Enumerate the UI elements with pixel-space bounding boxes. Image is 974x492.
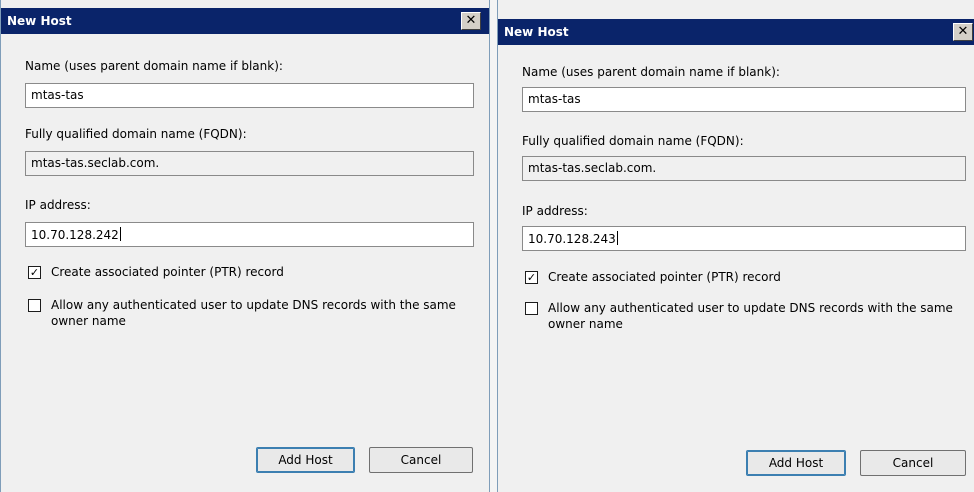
ip-label: IP address: <box>522 204 588 218</box>
name-input[interactable]: mtas-tas <box>522 87 966 112</box>
ptr-checkbox-label[interactable]: Create associated pointer (PTR) record <box>548 269 781 285</box>
close-button[interactable]: ✕ <box>953 23 973 41</box>
name-value: mtas-tas <box>528 92 581 106</box>
dialog-title: New Host <box>7 14 72 28</box>
name-value: mtas-tas <box>31 88 84 102</box>
allow-update-checkbox[interactable] <box>525 302 538 315</box>
name-input[interactable]: mtas-tas <box>25 83 474 108</box>
cancel-button[interactable]: Cancel <box>860 450 966 476</box>
text-caret <box>616 231 618 245</box>
ip-address-input[interactable]: 10.70.128.243 <box>522 226 966 251</box>
allow-update-checkbox-label[interactable]: Allow any authenticated user to update D… <box>51 297 471 329</box>
fqdn-value: mtas-tas.seclab.com. <box>528 161 657 175</box>
checkmark-icon: ✓ <box>29 266 40 279</box>
ip-address-input[interactable]: 10.70.128.242 <box>25 222 474 247</box>
ptr-checkbox[interactable]: ✓ <box>525 271 538 284</box>
text-caret <box>119 227 121 241</box>
add-host-button[interactable]: Add Host <box>746 450 846 476</box>
new-host-dialog-2: New Host ✕ Name (uses parent domain name… <box>497 0 974 492</box>
name-label: Name (uses parent domain name if blank): <box>522 65 780 79</box>
fqdn-field: mtas-tas.seclab.com. <box>25 151 474 176</box>
new-host-dialog-1: New Host ✕ Name (uses parent domain name… <box>0 0 490 492</box>
name-label: Name (uses parent domain name if blank): <box>25 59 283 73</box>
ip-value: 10.70.128.242 <box>31 228 119 242</box>
checkmark-icon: ✓ <box>526 271 537 284</box>
allow-update-checkbox[interactable] <box>28 299 41 312</box>
close-icon: ✕ <box>957 24 969 39</box>
close-icon: ✕ <box>465 13 477 28</box>
add-host-button[interactable]: Add Host <box>256 447 355 473</box>
fqdn-field: mtas-tas.seclab.com. <box>522 156 966 181</box>
ip-value: 10.70.128.243 <box>528 232 616 246</box>
title-bar[interactable]: New Host ✕ <box>1 8 489 34</box>
ptr-checkbox-label[interactable]: Create associated pointer (PTR) record <box>51 264 284 280</box>
fqdn-label: Fully qualified domain name (FQDN): <box>522 134 744 148</box>
cancel-button[interactable]: Cancel <box>369 447 473 473</box>
title-bar[interactable]: New Host ✕ <box>498 19 974 45</box>
ip-label: IP address: <box>25 198 91 212</box>
fqdn-value: mtas-tas.seclab.com. <box>31 156 160 170</box>
fqdn-label: Fully qualified domain name (FQDN): <box>25 127 247 141</box>
ptr-checkbox[interactable]: ✓ <box>28 266 41 279</box>
dialog-title: New Host <box>504 25 569 39</box>
close-button[interactable]: ✕ <box>461 12 481 30</box>
allow-update-checkbox-label[interactable]: Allow any authenticated user to update D… <box>548 300 963 332</box>
divider <box>490 0 497 492</box>
